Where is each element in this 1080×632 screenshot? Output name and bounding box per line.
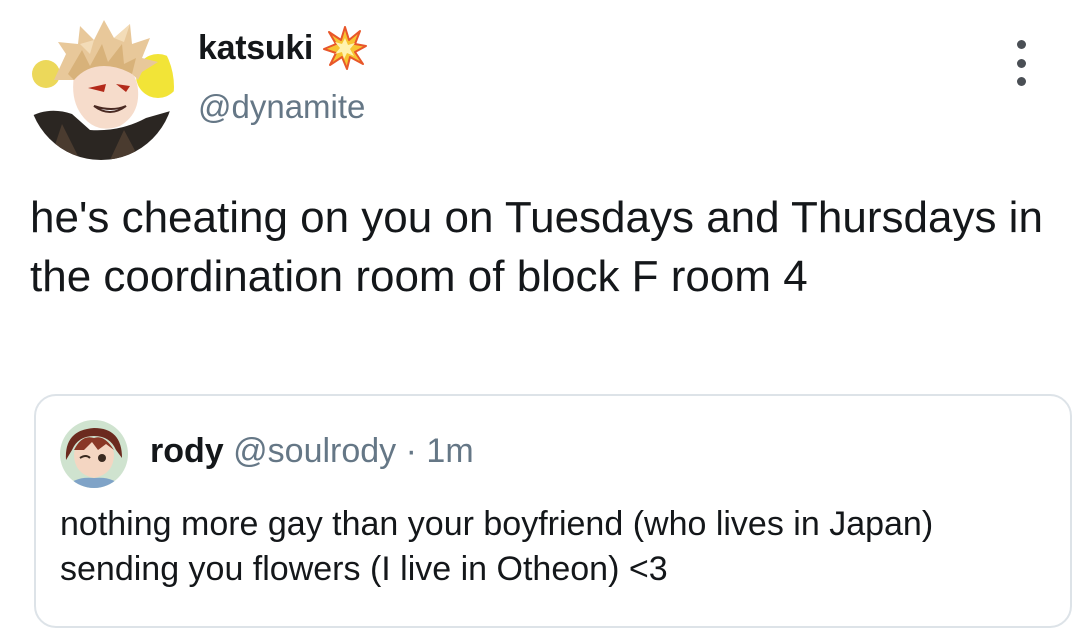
quoted-tweet-text: nothing more gay than your boyfriend (wh…: [60, 505, 934, 588]
author-display-name[interactable]: katsuki: [198, 29, 313, 68]
author-name-row[interactable]: katsuki: [198, 26, 368, 70]
collision-emoji-icon: [323, 26, 368, 70]
quoted-tweet-header: rody @soulrody · 1m: [150, 432, 474, 471]
more-vertical-icon-dot: [1016, 58, 1026, 68]
quoted-tweet-card[interactable]: rody @soulrody · 1m nothing more gay tha…: [34, 394, 1072, 628]
tweet: katsuki @dynamite he's cheating on you o…: [0, 0, 1080, 632]
quoted-author-handle[interactable]: @soulrody: [233, 432, 396, 470]
quoted-user-avatar[interactable]: [60, 420, 128, 488]
user-avatar[interactable]: [28, 14, 174, 160]
more-vertical-icon: [1016, 40, 1026, 49]
avatar-image: [28, 14, 174, 160]
quoted-avatar-image: [60, 420, 128, 488]
quoted-author-name[interactable]: rody: [150, 432, 224, 470]
more-vertical-icon-dot: [1016, 77, 1026, 86]
tweet-text: he's cheating on you on Tuesdays and Thu…: [30, 193, 1056, 301]
author-handle[interactable]: @dynamite: [198, 88, 365, 126]
header-separator: ·: [405, 432, 417, 470]
quoted-tweet-timestamp[interactable]: 1m: [426, 432, 473, 470]
more-options-button[interactable]: [1003, 40, 1039, 86]
